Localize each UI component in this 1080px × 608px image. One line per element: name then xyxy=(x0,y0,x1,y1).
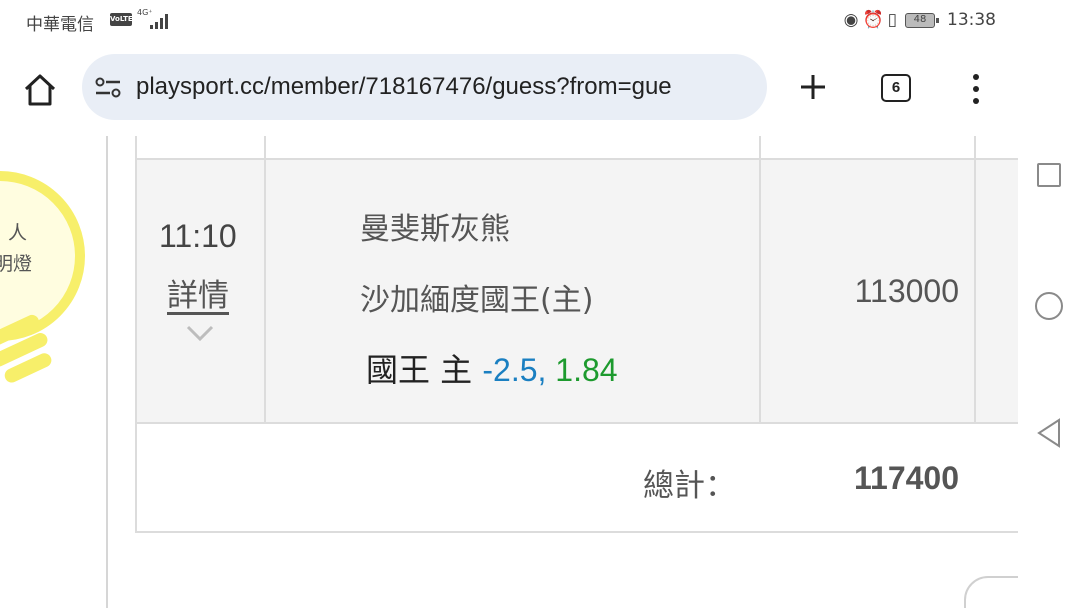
bulb-text-line2: 明燈 xyxy=(0,253,33,275)
match-time: 11:10 xyxy=(159,218,237,254)
team-away: 曼斐斯灰熊 xyxy=(360,212,510,247)
pick-handicap: -2.5, xyxy=(482,352,547,388)
more-menu-icon[interactable] xyxy=(966,74,986,104)
pick-line: 國王 主 -2.5, 1.84 xyxy=(366,345,618,391)
new-tab-icon[interactable] xyxy=(798,72,828,102)
lightbulb-icon xyxy=(0,171,85,383)
site-settings-icon[interactable] xyxy=(94,76,122,100)
table-cell xyxy=(759,136,976,160)
chevron-down-icon[interactable] xyxy=(184,322,216,344)
total-label: 總計： xyxy=(643,468,736,504)
table-cell xyxy=(264,136,761,160)
status-icons: ◉ ⏰ ▯ 48 13:38 xyxy=(844,10,996,30)
carrier-name: 中華電信 xyxy=(26,15,94,35)
signal-icon xyxy=(150,13,174,29)
vibrate-icon: ▯ xyxy=(887,10,897,30)
eye-comfort-icon: ◉ xyxy=(843,10,859,30)
recent-apps-icon[interactable] xyxy=(1037,163,1061,187)
bet-amount: 113000 xyxy=(854,273,959,309)
home-nav-icon[interactable] xyxy=(1035,292,1063,320)
url-text[interactable]: playsport.cc/member/718167476/guess?from… xyxy=(136,73,672,101)
status-time: 13:38 xyxy=(947,10,996,30)
home-icon[interactable] xyxy=(22,72,58,108)
back-icon[interactable] xyxy=(1036,418,1062,448)
browser-toolbar: playsport.cc/member/718167476/guess?from… xyxy=(0,40,1018,136)
sidebar-divider xyxy=(106,136,108,608)
table-cell xyxy=(135,136,266,160)
alarm-icon: ⏰ xyxy=(862,10,884,30)
table-cell xyxy=(974,136,1018,160)
pick-odds: 1.84 xyxy=(546,352,618,388)
tab-switcher-button[interactable]: 6 xyxy=(881,74,911,102)
bulb-text-line1: 人 xyxy=(8,222,28,244)
navigation-bar xyxy=(1018,0,1080,608)
table-cell-extra xyxy=(974,158,1018,424)
battery-icon: 48 xyxy=(905,12,939,28)
detail-link[interactable]: 詳情 xyxy=(167,270,229,315)
total-value: 117400 xyxy=(853,460,959,496)
volte-icon: VoLTE xyxy=(110,13,133,26)
status-bar: 中華電信 VoLTE 4G⁺ ◉ ⏰ ▯ 48 13:38 xyxy=(0,0,1018,40)
address-bar[interactable]: playsport.cc/member/718167476/guess?from… xyxy=(82,54,767,120)
pick-label: 國王 主 xyxy=(366,351,483,389)
team-home: 沙加緬度國王(主) xyxy=(360,283,594,318)
